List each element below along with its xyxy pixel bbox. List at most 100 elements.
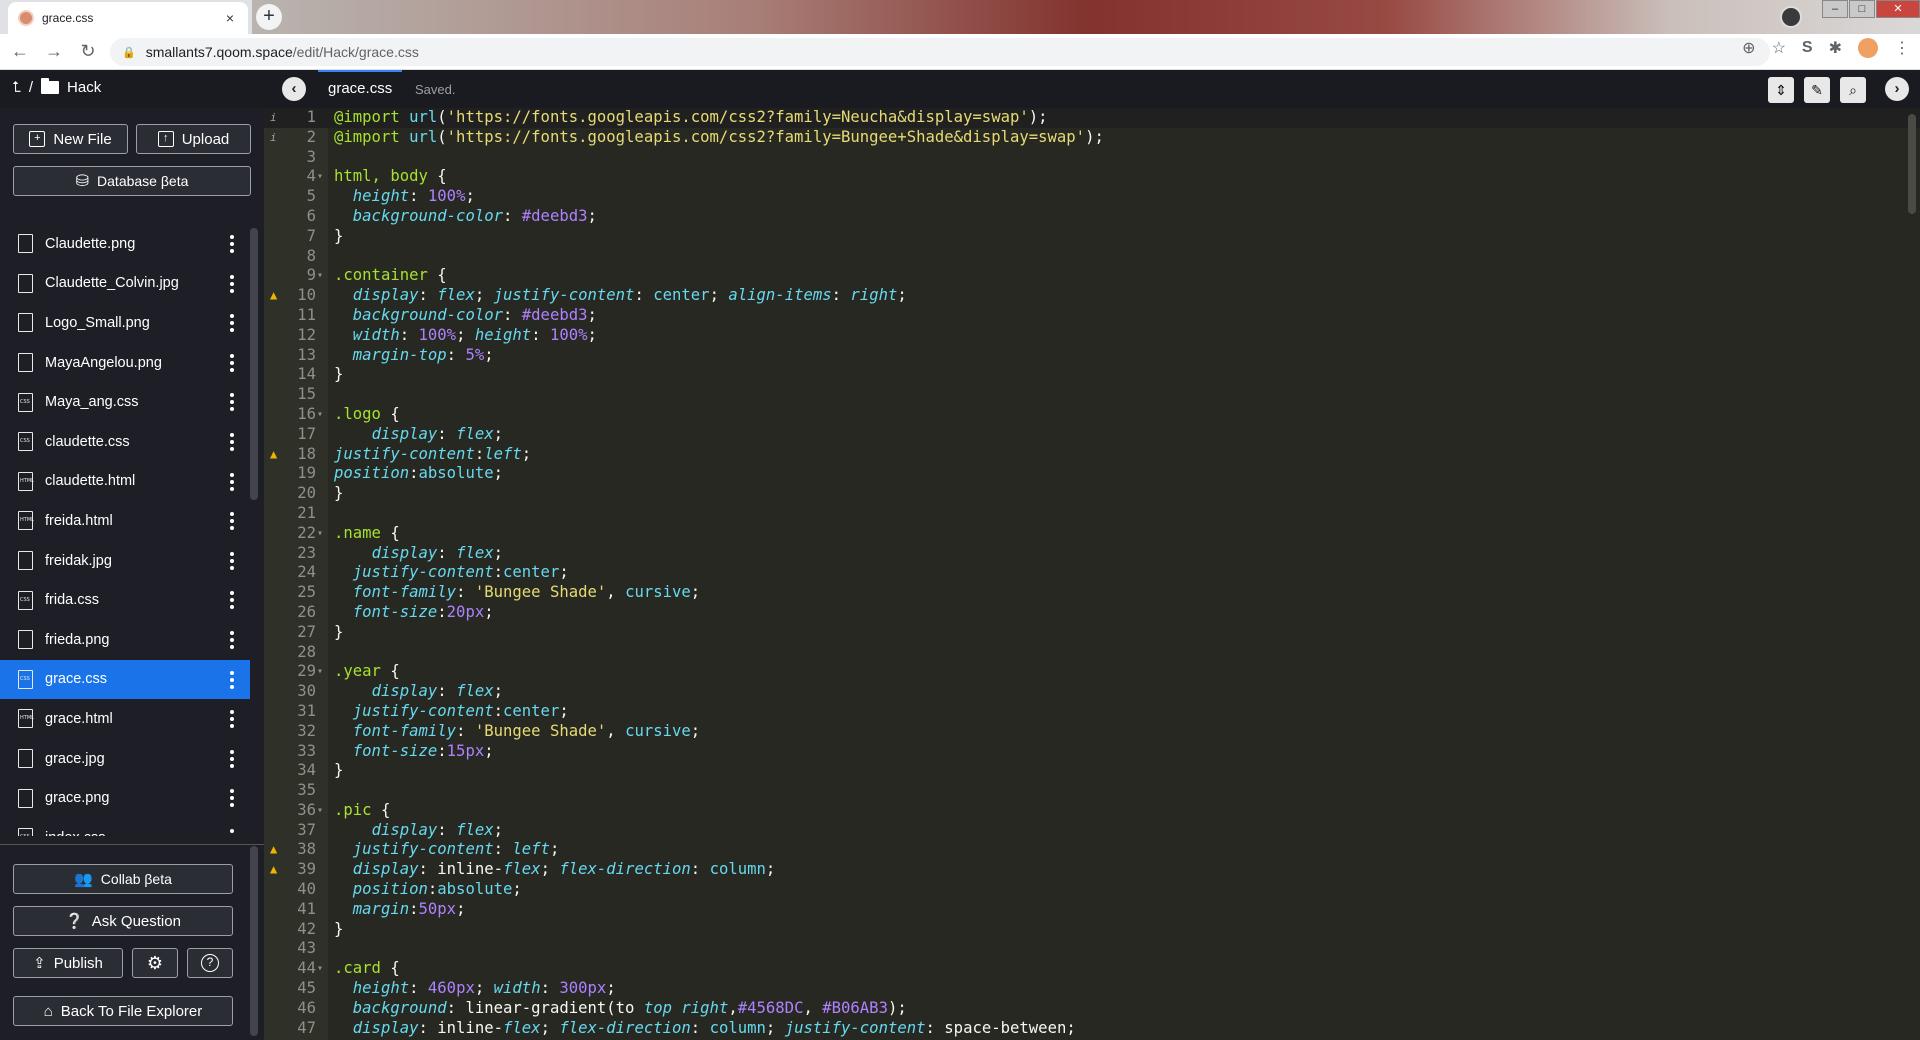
- file-item[interactable]: frieda.png: [0, 620, 250, 660]
- browser-tab[interactable]: grace.css ×: [8, 2, 248, 34]
- database-button[interactable]: ⛁ Database βeta: [13, 166, 251, 196]
- settings-button[interactable]: ⚙: [132, 948, 178, 978]
- fold-arrow-icon[interactable]: ▾: [317, 167, 323, 187]
- file-item[interactable]: CSS frida.css: [0, 580, 250, 620]
- address-bar[interactable]: 🔒 smallants7.qoom.space /edit/Hack/grace…: [110, 38, 1770, 66]
- file-item[interactable]: grace.jpg: [0, 739, 250, 779]
- file-menu-icon[interactable]: [230, 707, 234, 731]
- code-line[interactable]: 14}: [264, 365, 1920, 385]
- menu-kebab-icon[interactable]: ⋮: [1894, 38, 1910, 58]
- minimize-icon[interactable]: –: [1822, 0, 1848, 18]
- file-menu-icon[interactable]: [230, 588, 234, 612]
- code-line[interactable]: 13 margin-top: 5%;: [264, 346, 1920, 366]
- code-line[interactable]: i 2 @import url('https://fonts.googleapis.…: [264, 128, 1920, 148]
- collapse-sidebar-icon[interactable]: ‹: [282, 77, 306, 101]
- file-menu-icon[interactable]: [230, 549, 234, 573]
- fold-arrow-icon[interactable]: ▾: [317, 959, 323, 979]
- code-line[interactable]: 35: [264, 781, 1920, 801]
- code-line[interactable]: 26 font-size:20px;: [264, 603, 1920, 623]
- file-menu-icon[interactable]: [230, 232, 234, 256]
- code-line[interactable]: 27}: [264, 623, 1920, 643]
- profile-icon[interactable]: [1780, 6, 1802, 28]
- expand-right-icon[interactable]: ›: [1885, 77, 1909, 101]
- help-button[interactable]: ?: [187, 948, 233, 978]
- file-menu-icon[interactable]: [230, 786, 234, 810]
- code-line[interactable]: 33 font-size:15px;: [264, 742, 1920, 762]
- code-line[interactable]: 9 ▾ .container {: [264, 266, 1920, 286]
- file-menu-icon[interactable]: [230, 628, 234, 652]
- editor-scrollbar[interactable]: [1908, 114, 1916, 214]
- code-line[interactable]: 3: [264, 148, 1920, 168]
- file-menu-icon[interactable]: [230, 351, 234, 375]
- fold-toggle-icon[interactable]: ⇕: [1768, 77, 1794, 103]
- forward-icon[interactable]: →: [40, 41, 68, 62]
- code-line[interactable]: 5 height: 100%;: [264, 187, 1920, 207]
- code-line[interactable]: 46 background: linear-gradient(to top ri…: [264, 999, 1920, 1019]
- sidebar-bottom-scrollbar[interactable]: [250, 846, 258, 1036]
- search-icon[interactable]: ⌕: [1840, 77, 1866, 103]
- code-line[interactable]: 25 font-family: 'Bungee Shade', cursive;: [264, 583, 1920, 603]
- collab-button[interactable]: 👥 Collab βeta: [13, 864, 233, 894]
- file-item[interactable]: grace.png: [0, 778, 250, 818]
- extension-s-icon[interactable]: S: [1802, 39, 1813, 57]
- file-menu-icon[interactable]: [230, 747, 234, 771]
- back-icon[interactable]: ←: [6, 41, 34, 62]
- code-line[interactable]: 4 ▾ html, body {: [264, 167, 1920, 187]
- code-line[interactable]: 41 margin:50px;: [264, 900, 1920, 920]
- code-line[interactable]: 30 display: flex;: [264, 682, 1920, 702]
- code-line[interactable]: 23 display: flex;: [264, 544, 1920, 564]
- code-line[interactable]: 28: [264, 643, 1920, 663]
- file-item[interactable]: Claudette.png: [0, 224, 250, 264]
- file-item[interactable]: HTML grace.html: [0, 699, 250, 739]
- file-item[interactable]: Logo_Small.png: [0, 303, 250, 343]
- extensions-puzzle-icon[interactable]: ✱: [1829, 38, 1842, 58]
- code-line[interactable]: 22 ▾ .name {: [264, 524, 1920, 544]
- file-item[interactable]: CSS grace.css: [0, 659, 250, 700]
- code-line[interactable]: 32 font-family: 'Bungee Shade', cursive;: [264, 722, 1920, 742]
- new-tab-button[interactable]: +: [256, 4, 282, 30]
- code-line[interactable]: 16 ▾ .logo {: [264, 405, 1920, 425]
- code-line[interactable]: 44 ▾ .card {: [264, 959, 1920, 979]
- upload-button[interactable]: ↑ Upload: [136, 124, 251, 154]
- fold-arrow-icon[interactable]: ▾: [317, 662, 323, 682]
- ask-question-button[interactable]: ❔ Ask Question: [13, 906, 233, 936]
- file-item[interactable]: MayaAngelou.png: [0, 343, 250, 383]
- code-line[interactable]: 37 display: flex;: [264, 821, 1920, 841]
- reload-icon[interactable]: ↻: [74, 41, 102, 62]
- code-line[interactable]: 17 display: flex;: [264, 425, 1920, 445]
- file-item[interactable]: CSS index.css: [0, 818, 250, 836]
- code-line[interactable]: 36 ▾ .pic {: [264, 801, 1920, 821]
- code-line[interactable]: ▲ 18 justify-content:left;: [264, 445, 1920, 465]
- fold-arrow-icon[interactable]: ▾: [317, 801, 323, 821]
- code-line[interactable]: ▲ 38 justify-content: left;: [264, 840, 1920, 860]
- code-line[interactable]: 6 background-color: #deebd3;: [264, 207, 1920, 227]
- file-menu-icon[interactable]: [230, 430, 234, 454]
- file-list-scrollbar[interactable]: [250, 228, 258, 500]
- code-editor[interactable]: i 1 @import url('https://fonts.googleapis.…: [264, 108, 1920, 1040]
- format-wand-icon[interactable]: ✎: [1804, 77, 1830, 103]
- fold-arrow-icon[interactable]: ▾: [317, 405, 323, 425]
- code-line[interactable]: ▲ 39 display: inline-flex; flex-direction…: [264, 860, 1920, 880]
- code-line[interactable]: 8: [264, 247, 1920, 267]
- file-menu-icon[interactable]: [230, 390, 234, 414]
- publish-button[interactable]: ⇪ Publish: [13, 948, 123, 978]
- file-menu-icon[interactable]: [230, 668, 234, 692]
- file-item[interactable]: HTML freida.html: [0, 501, 250, 541]
- code-line[interactable]: 43: [264, 939, 1920, 959]
- code-line[interactable]: 40 position:absolute;: [264, 880, 1920, 900]
- code-line[interactable]: i 1 @import url('https://fonts.googleapis.…: [264, 108, 1920, 128]
- code-line[interactable]: 19 position:absolute;: [264, 464, 1920, 484]
- maximize-icon[interactable]: □: [1849, 0, 1875, 18]
- code-line[interactable]: 29 ▾ .year {: [264, 662, 1920, 682]
- folder-name[interactable]: Hack: [67, 79, 101, 96]
- tab-close-icon[interactable]: ×: [222, 10, 238, 26]
- file-menu-icon[interactable]: [230, 272, 234, 296]
- file-menu-icon[interactable]: [230, 509, 234, 533]
- code-line[interactable]: ▲ 10 display: flex; justify-content: cent…: [264, 286, 1920, 306]
- code-line[interactable]: 15: [264, 385, 1920, 405]
- close-window-icon[interactable]: ✕: [1876, 0, 1920, 18]
- up-folder-icon[interactable]: ⮤: [12, 79, 21, 96]
- new-file-button[interactable]: + New File: [13, 124, 128, 154]
- fold-arrow-icon[interactable]: ▾: [317, 266, 323, 286]
- code-line[interactable]: 20}: [264, 484, 1920, 504]
